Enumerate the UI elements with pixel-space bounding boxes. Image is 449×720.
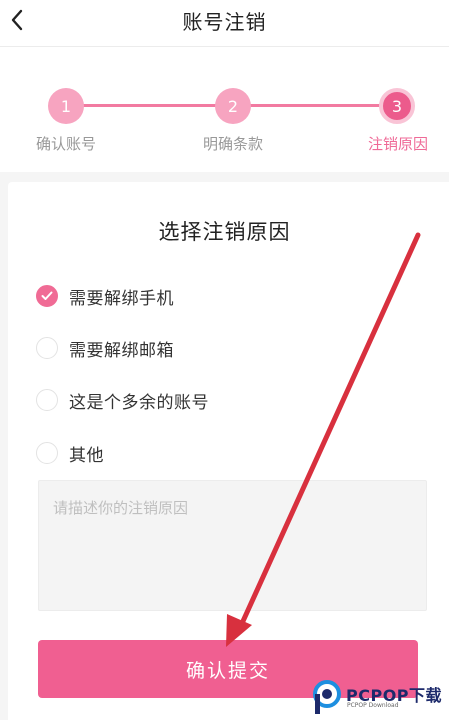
reason-option-extra-account[interactable]: 这是个多余的账号	[36, 387, 209, 413]
reason-option-other[interactable]: 其他	[36, 440, 104, 466]
step-2-dot: 2	[215, 88, 251, 124]
watermark-sub: PCPOP Download	[347, 702, 399, 709]
pcpop-logo-icon	[313, 680, 341, 714]
radio-checked[interactable]	[36, 285, 58, 307]
option-label: 需要解绑手机	[69, 288, 174, 309]
section-title: 选择注销原因	[158, 220, 291, 244]
watermark: PCPOP下载 PCPOP Download	[312, 676, 449, 720]
option-label: 其他	[69, 445, 104, 466]
step-connector	[233, 104, 398, 107]
option-label: 这是个多余的账号	[69, 392, 209, 413]
reason-option-unbind-phone[interactable]: 需要解绑手机	[36, 283, 174, 309]
page-title: 账号注销	[182, 10, 267, 34]
radio-unchecked[interactable]	[36, 337, 58, 359]
radio-unchecked[interactable]	[36, 389, 58, 411]
step-1-dot: 1	[48, 88, 84, 124]
app-header: 账号注销	[0, 0, 449, 47]
reason-option-unbind-email[interactable]: 需要解绑邮箱	[36, 335, 174, 361]
option-label: 需要解绑邮箱	[69, 340, 174, 361]
step-3-dot: 3	[379, 88, 415, 124]
radio-unchecked[interactable]	[36, 442, 58, 464]
step-1-label: 确认账号	[35, 135, 96, 153]
check-icon	[41, 291, 53, 300]
reason-description-input[interactable]	[38, 480, 427, 611]
step-3-label: 注销原因	[367, 135, 428, 153]
step-connector	[66, 104, 233, 107]
step-2-label: 明确条款	[202, 135, 263, 153]
